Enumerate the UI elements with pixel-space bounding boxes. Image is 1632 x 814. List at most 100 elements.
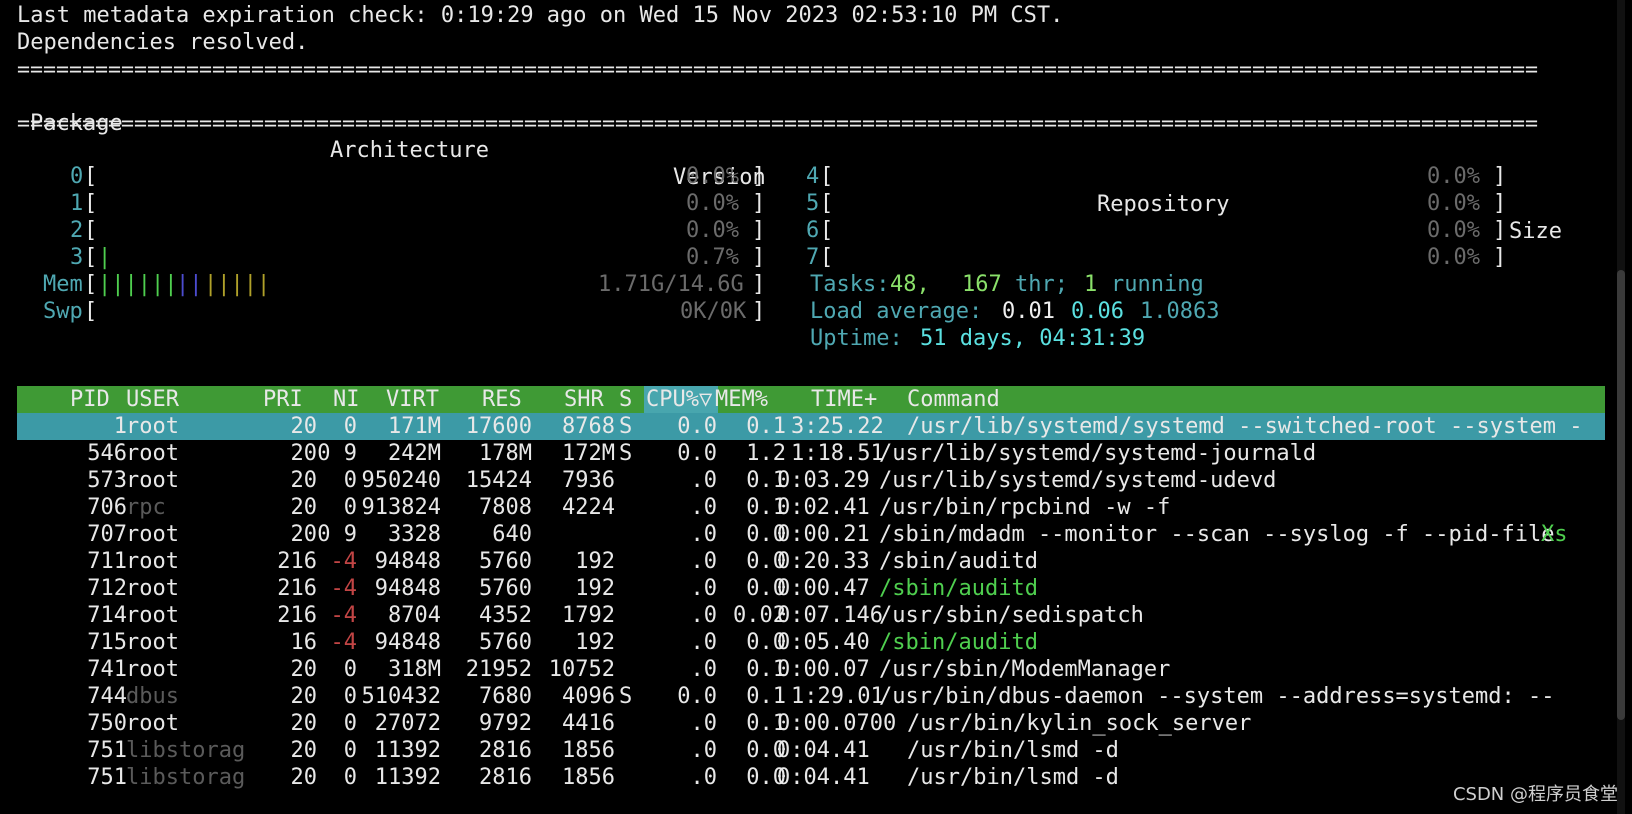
cell-res: 17600 [465, 414, 532, 439]
table-row[interactable]: 744 dbus 20 0 510432 7680 4096 S 0.0 0.1 1:29.01/u… [17, 683, 1605, 710]
col-virt[interactable]: VIRT [386, 386, 439, 413]
process-header[interactable]: PID USER PRI NI VIRT RES SHR S CPU%▽ MEM… [17, 386, 1605, 413]
cell-res: 2816 [479, 765, 532, 790]
cpu-pct: 0.0% [1427, 218, 1480, 243]
cpu-id: 4 [806, 164, 820, 189]
bracket-open: [ [820, 245, 834, 270]
table-row[interactable]: 751 libstorag 20 0 11392 2816 1856.0 0.0 0:04.41… [17, 737, 1605, 764]
cell-pid: 707 [87, 522, 127, 547]
cell-time: 0:03.29 [777, 468, 870, 493]
col-shr[interactable]: SHR [564, 386, 604, 413]
cell-pri: 20 [290, 495, 318, 520]
cell-pri: 20 [290, 468, 318, 493]
cell-mem: 0.1 [746, 684, 786, 709]
cell-cpu: 0.0 [677, 441, 717, 466]
cell-time: 0:04.41 [777, 738, 870, 763]
cell-user: root [126, 414, 179, 439]
bracket-open: [ [820, 218, 834, 243]
load-5min: 0.06 [1071, 299, 1124, 324]
tasks-meter: Tasks: 48, 167 thr; 1 running [0, 271, 1632, 298]
cell-cmd: /usr/bin/rpcbind -w -f [879, 495, 1171, 520]
cell-shr: 4224 [562, 495, 615, 520]
cell-time: 0:20.33 [777, 549, 870, 574]
cell-s: S [619, 441, 633, 466]
bracket-close: ] [1493, 191, 1507, 216]
cell-virt: 242M [388, 441, 441, 466]
table-row[interactable]: 751 libstorag 20 0 11392 2816 1856.0 0.0 0:04.41… [17, 764, 1605, 791]
col-pid[interactable]: PID [70, 386, 110, 413]
table-row[interactable]: 1 root 20 0 171M 17600 8768 S 0.0 0.1 3:25.22/usr/… [17, 413, 1605, 440]
table-row[interactable]: 741 root 20 0 318M 21952 10752.0 0.1 0:00.07/usr… [17, 656, 1605, 683]
cell-cpu: .0 [690, 468, 718, 493]
cell-cpu: .0 [690, 630, 718, 655]
cell-virt: 11392 [374, 738, 441, 763]
cell-time: 0:02.41 [777, 495, 870, 520]
cell-time: 1:29.01 [791, 684, 884, 709]
cell-virt: 94848 [374, 576, 441, 601]
cell-ni: 0 [343, 657, 357, 682]
separator-bottom: ========================================… [17, 111, 1539, 136]
col-command[interactable]: Command [907, 386, 1000, 413]
cell-ni: -4 [330, 630, 358, 655]
cell-ni: 0 [343, 711, 357, 736]
table-row[interactable]: 715 root 16 -4 94848 5760 192.0 0.0 0:05.40/sbin… [17, 629, 1605, 656]
table-row[interactable]: 707 root 20 0 9 3328 640.0 0.0 0:00.21/sbin/mda… [17, 521, 1605, 548]
tasks-count: 48, [890, 272, 930, 297]
cell-cmd: /usr/sbin/ModemManager [879, 657, 1171, 682]
cell-pri: 20 [290, 414, 318, 439]
table-row[interactable]: 706 rpc 20 0 913824 7808 4224.0 0.1 0:02.41/usr/… [17, 494, 1605, 521]
cell-virt: 318M [388, 657, 441, 682]
cell-user: root [126, 441, 179, 466]
col-ni[interactable]: NI [333, 386, 360, 413]
cell-ni: 0 9 [317, 522, 357, 547]
table-row[interactable]: 573 root 20 0 950240 15424 7936.0 0.1 0:03.29/us… [17, 467, 1605, 494]
cell-ni: 0 [343, 765, 357, 790]
col-user[interactable]: USER [126, 386, 179, 413]
cell-time: 1:18.51 [791, 441, 884, 466]
col-time[interactable]: TIME+ [811, 386, 877, 413]
cell-time: 0:00.21 [777, 522, 870, 547]
table-row[interactable]: 712 root 216 -4 94848 5760 192.0 0.0 0:00.47/sbi… [17, 575, 1605, 602]
bracket-close: ] [1493, 218, 1507, 243]
bracket-close: ] [1493, 164, 1507, 189]
cell-pri: 16 [290, 630, 318, 655]
cell-pid: 573 [87, 468, 127, 493]
running-count: 1 [1084, 272, 1098, 297]
col-res[interactable]: RES [482, 386, 522, 413]
separator-top: ========================================… [17, 57, 1539, 82]
cell-res: 5760 [479, 576, 532, 601]
cell-user: libstorag [126, 738, 246, 763]
cell-shr: 10752 [548, 657, 615, 682]
cell-cpu: .0 [690, 576, 718, 601]
cell-shr: 4096 [562, 684, 615, 709]
cell-res: 2816 [479, 738, 532, 763]
scrollbar-thumb[interactable] [1617, 270, 1625, 720]
cell-virt: 913824 [361, 495, 441, 520]
table-row[interactable]: 750 root 20 0 27072 9792 4416.0 0.1 0:00.0700/us… [17, 710, 1605, 737]
cell-virt: 11392 [374, 765, 441, 790]
cpu-id: 7 [806, 245, 820, 270]
cell-cmd: /usr/bin/kylin_sock_server [907, 711, 1252, 736]
metadata-line: Last metadata expiration check: 0:19:29 … [17, 3, 1064, 28]
uptime-label: Uptime: [810, 326, 903, 351]
cell-pri: 216 [277, 576, 317, 601]
col-cpu[interactable]: CPU%▽ [646, 386, 712, 413]
col-mem[interactable]: MEM% [715, 386, 768, 413]
cell-user: root [126, 576, 179, 601]
cell-cmd: /sbin/mdadm --monitor --scan --syslog -f… [879, 522, 1555, 547]
col-s[interactable]: S [619, 386, 632, 413]
table-row[interactable]: 711 root 216 -4 94848 5760 192.0 0.0 0:20.33/sbi… [17, 548, 1605, 575]
cell-time: 3:25.22 [791, 414, 884, 439]
cpu-pct: 0.0% [1427, 164, 1480, 189]
cell-pid: 751 [87, 738, 127, 763]
cell-shr: 172M [562, 441, 615, 466]
cell-pri: 20 [290, 738, 318, 763]
col-pri[interactable]: PRI [263, 386, 303, 413]
table-row[interactable]: 714 root 216 -4 8704 4352 1792.0 0.02 0:07.146/u… [17, 602, 1605, 629]
cell-cpu: 0.0 [677, 684, 717, 709]
cell-time: 0:00.0700 [777, 711, 897, 736]
table-row[interactable]: 546 root 20 0 9 242M 178M 172M S 0.0 1.2 1:18.51/u… [17, 440, 1605, 467]
cell-pid: 714 [87, 603, 127, 628]
cell-cmd: /sbin/auditd [879, 549, 1038, 574]
cpu-pct: 0.0% [1427, 191, 1480, 216]
